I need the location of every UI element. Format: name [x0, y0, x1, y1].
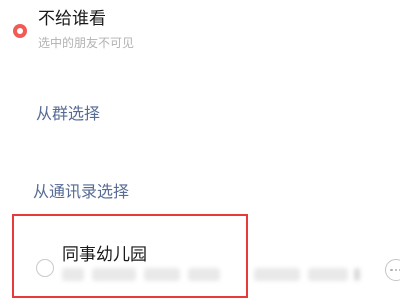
option-dont-show-to[interactable]: 不给谁看 选中的朋友不可见: [0, 0, 400, 60]
choose-from-contacts-link[interactable]: 从通讯录选择: [33, 178, 129, 202]
choose-from-group-link[interactable]: 从群选择: [36, 100, 100, 124]
tag-name: 同事幼儿园: [62, 245, 147, 265]
tag-members-obscured: [62, 268, 362, 282]
visibility-settings-page: 不给谁看 选中的朋友不可见 从群选择 从通讯录选择 同事幼儿园: [0, 0, 400, 300]
radio-checked-icon[interactable]: [13, 24, 27, 38]
more-options-icon[interactable]: [385, 259, 400, 281]
option-subtitle: 选中的朋友不可见: [38, 36, 135, 50]
radio-unchecked-icon[interactable]: [36, 259, 54, 277]
option-title: 不给谁看: [38, 9, 106, 29]
